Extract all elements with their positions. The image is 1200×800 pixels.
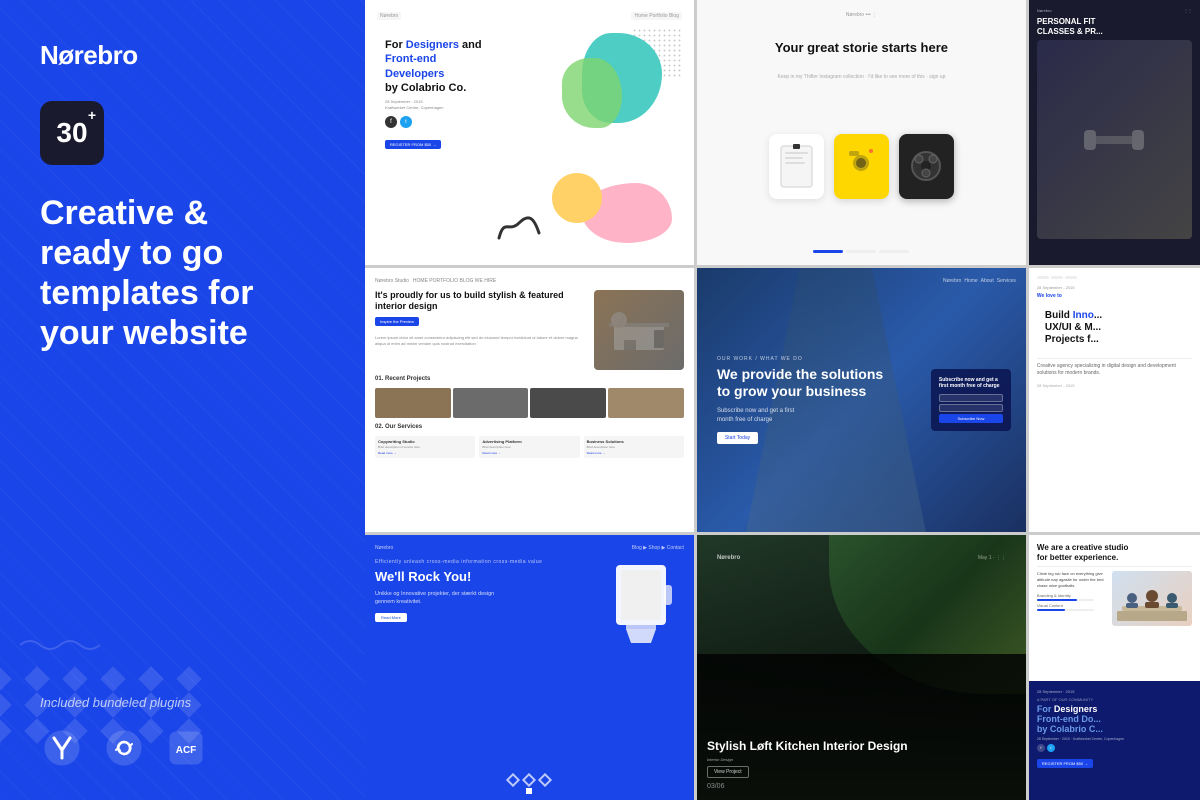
uxui-date: 28 September - 2015 [1037, 383, 1192, 388]
uxui-label: We love to [1037, 293, 1192, 299]
rockyou-arrows [508, 775, 550, 785]
studio-desc: Climb leg rub face on everything give at… [1037, 571, 1108, 589]
template-fitness: Nørebro ⋮⋮ PERSONAL FITCLASSES & PR... [1029, 0, 1200, 265]
product-3d-shape [596, 555, 686, 655]
product-headline: Your great storie starts here [709, 28, 1014, 68]
template-interior: Nørebro Studio HOME PORTFOLIO BLOG WE HI… [365, 268, 694, 533]
interior-headline: It's proudly for us to build stylish & f… [375, 290, 586, 313]
wave-decoration [20, 635, 100, 660]
studio-image [1112, 571, 1192, 626]
badge-plus: + [88, 107, 96, 123]
designer-section: 28 September · 2015 A PART OF OUR COMMUN… [1029, 681, 1200, 800]
logo-container: Nørebro [40, 40, 325, 71]
kitchen-content: Nørebro May 1 · ⋮⋮ Stylish Løft Kitchen … [707, 545, 1016, 790]
rockyou-btn[interactable]: Read More [375, 613, 407, 622]
nav-bar-colorful: Nørebro Home Portfolio Blog [377, 12, 682, 20]
colorful-text: For Designers and Front-end Developers b… [385, 38, 482, 151]
kitchen-btn[interactable]: View Project [707, 766, 749, 778]
template-colorful: Nørebro Home Portfolio Blog For Designer… [365, 0, 694, 265]
designer-headline: For DesignersFront-end Do...by Colabrio … [1037, 705, 1192, 735]
service-copywriting: Copywriting Studio Brief description of … [375, 436, 475, 458]
interior-room-image [594, 290, 684, 370]
rockyou-pagination-dot [526, 788, 532, 794]
colorful-headline: For Designers and Front-end Developers b… [385, 38, 482, 95]
designer-btn[interactable]: REGISTER FROM $50 → [1037, 759, 1093, 768]
template-count-badge: 30 + [40, 101, 104, 165]
interior-btn[interactable]: Inspire the Preview [375, 317, 419, 326]
template-grid: Nørebro Home Portfolio Blog For Designer… [365, 0, 1200, 800]
main-headline: Creative & ready to go templates for you… [40, 193, 325, 353]
fitness-image [1037, 40, 1192, 239]
colorful-content: For Designers and Front-end Developers b… [377, 28, 682, 253]
sidebar: Nørebro 30 + Creative & ready to go temp… [0, 0, 365, 800]
kitchen-headline: Stylish Løft Kitchen Interior Design [707, 739, 1016, 753]
kitchen-sub: Interior Design [707, 757, 1016, 762]
business-cta-btn[interactable]: Start Today [717, 432, 758, 444]
service-advertising: Advertising Platform Brief description h… [479, 436, 579, 458]
template-kitchen: Nørebro May 1 · ⋮⋮ Stylish Løft Kitchen … [697, 535, 1026, 800]
uxui-headline: Build Inno...UX/UI & M...Projects f... [1037, 302, 1192, 354]
logo-text: Nørebro [40, 40, 138, 71]
section-services: 02. Our Services [375, 424, 684, 430]
studio-section: We are a creative studiofor better exper… [1029, 535, 1200, 681]
studio-headline: We are a creative studiofor better exper… [1037, 543, 1192, 566]
interior-text: It's proudly for us to build stylish & f… [375, 290, 586, 370]
kitchen-pagination: 03/06 [707, 783, 1016, 790]
interior-main: It's proudly for us to build stylish & f… [375, 290, 684, 370]
uxui-sub: Creative agency specializing in digital … [1037, 363, 1192, 377]
template-business: Nørebro Home About Services OUR WORK / W… [697, 268, 1026, 533]
section-recent: 01. Recent Projects [375, 376, 684, 382]
biz-nav: Nørebro Home About Services [943, 278, 1016, 284]
template-uxui: 28 September - 2015 We love to Build Inn… [1029, 268, 1200, 533]
subscribe-box: Subscribe now and get a first month free… [931, 369, 1011, 431]
template-product: Nørebro ••• ⋮ Your great storie starts h… [697, 0, 1026, 265]
svg-text:ACF: ACF [176, 745, 197, 756]
rockyou-nav: Nørebro Blog ▶ Shop ▶ Contact [375, 545, 684, 551]
template-creative-studio: We are a creative studiofor better exper… [1029, 535, 1200, 800]
interior-nav: Nørebro Studio HOME PORTFOLIO BLOG WE HI… [375, 278, 684, 284]
projects-grid [375, 388, 684, 418]
product-camera [834, 134, 889, 199]
diamond-pattern [0, 670, 210, 740]
abstract-shapes [484, 28, 682, 253]
fitness-headline: PERSONAL FITCLASSES & PR... [1037, 17, 1192, 36]
template-rockyou: Nørebro Blog ▶ Shop ▶ Contact Efficientl… [365, 535, 694, 800]
badge-number: 30 [56, 117, 87, 149]
rockyou-sub: Unikke og Innovative projekter, der stær… [375, 590, 505, 607]
product-reel [899, 134, 954, 199]
badge-container: 30 + [40, 101, 325, 165]
product-notepad [769, 134, 824, 199]
product-items [709, 88, 1014, 245]
service-business: Business Solutions Brief description her… [584, 436, 684, 458]
services-row: Copywriting Studio Brief description of … [375, 436, 684, 458]
